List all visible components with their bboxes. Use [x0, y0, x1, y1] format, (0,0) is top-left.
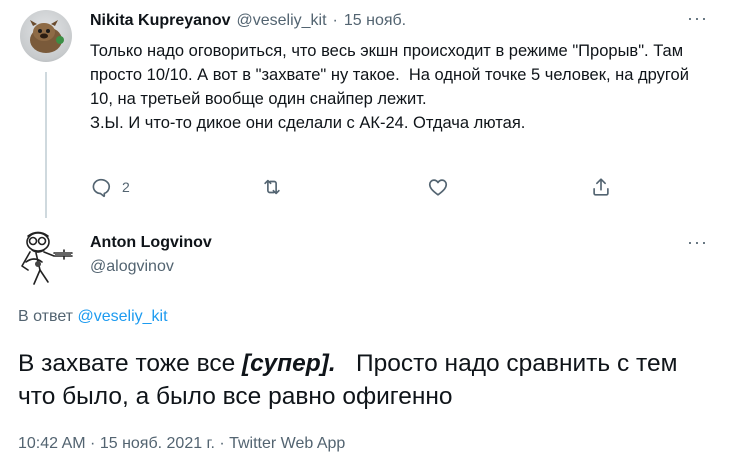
reply-mention-link[interactable]: @veseliy_kit — [77, 308, 167, 325]
share-button[interactable] — [590, 174, 612, 200]
avatar[interactable] — [20, 10, 72, 62]
thread-connector-line — [45, 72, 47, 218]
reply-count: 2 — [122, 179, 130, 195]
more-icon[interactable]: ··· — [687, 9, 708, 27]
tweet-text-emphasis: [супер]. — [242, 350, 336, 377]
reply-icon — [92, 178, 111, 198]
tweet-header: Nikita Kupreyanov @veseliy_kit · 15 нояб… — [90, 10, 406, 32]
author-handle[interactable]: @alogvinov — [90, 258, 174, 276]
tweet-actions: 2 — [90, 174, 620, 200]
retweet-button[interactable] — [261, 174, 293, 200]
reply-prefix: В ответ — [18, 308, 74, 325]
like-button[interactable] — [427, 174, 459, 200]
author-handle[interactable]: @veseliy_kit — [236, 12, 326, 30]
heart-icon — [428, 179, 448, 196]
avatar-drawing-icon — [21, 231, 73, 285]
author-name[interactable]: Anton Logvinov — [90, 234, 212, 252]
tweet-text: В захвате тоже все [супер]. Просто надо … — [18, 347, 718, 413]
more-icon[interactable]: ··· — [687, 233, 708, 251]
avatar-photo-icon — [30, 20, 64, 53]
avatar[interactable] — [14, 226, 78, 290]
tweet-timestamp[interactable]: 10:42 AM · 15 нояб. 2021 г. · Twitter We… — [18, 435, 345, 453]
tweet-thread: Nikita Kupreyanov @veseliy_kit · 15 нояб… — [0, 0, 730, 472]
tweet-text: Только надо оговориться, что весь экшн п… — [90, 42, 689, 132]
retweet-icon — [264, 179, 280, 195]
tweet-date[interactable]: 15 нояб. — [344, 12, 406, 30]
reply-button[interactable]: 2 — [90, 174, 130, 200]
author-name[interactable]: Nikita Kupreyanov — [90, 12, 230, 30]
share-icon — [593, 178, 609, 196]
reply-context: В ответ @veseliy_kit — [18, 308, 168, 326]
separator: · — [332, 12, 338, 29]
tweet-text-part1: В захвате тоже все — [18, 350, 243, 377]
